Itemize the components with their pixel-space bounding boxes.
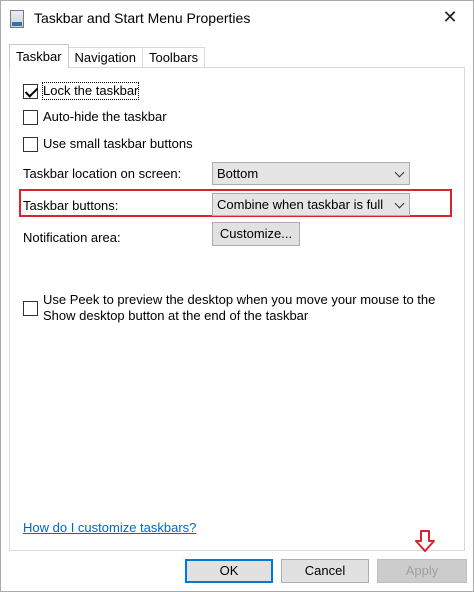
arrow-down-icon xyxy=(415,530,435,552)
taskbar-buttons-dropdown[interactable]: Combine when taskbar is full xyxy=(212,193,410,216)
small-buttons-label: Use small taskbar buttons xyxy=(43,136,193,151)
tab-toolbars[interactable]: Toolbars xyxy=(141,47,206,68)
tab-strip: Taskbar Navigation Toolbars xyxy=(9,44,206,68)
apply-button[interactable]: Apply xyxy=(377,559,467,583)
small-buttons-option[interactable]: Use small taskbar buttons xyxy=(23,136,193,152)
peek-label: Use Peek to preview the desktop when you… xyxy=(43,292,436,323)
notification-label: Notification area: xyxy=(23,230,121,245)
tab-taskbar[interactable]: Taskbar xyxy=(9,44,69,68)
cancel-button[interactable]: Cancel xyxy=(281,559,369,583)
chevron-down-icon xyxy=(394,198,405,209)
location-label: Taskbar location on screen: xyxy=(23,166,182,181)
autohide-checkbox[interactable] xyxy=(23,109,38,125)
window-title: Taskbar and Start Menu Properties xyxy=(34,10,251,26)
help-link[interactable]: How do I customize taskbars? xyxy=(23,520,196,535)
small-buttons-checkbox[interactable] xyxy=(23,136,38,152)
tab-navigation[interactable]: Navigation xyxy=(67,47,143,68)
taskbar-buttons-label: Taskbar buttons: xyxy=(23,198,119,213)
peek-checkbox[interactable] xyxy=(23,301,38,316)
autohide-option[interactable]: Auto-hide the taskbar xyxy=(23,109,167,125)
location-value: Bottom xyxy=(217,166,259,181)
properties-dialog: Taskbar and Start Menu Properties ✕ Task… xyxy=(0,0,474,592)
close-icon: ✕ xyxy=(442,6,458,27)
ok-button[interactable]: OK xyxy=(185,559,273,583)
peek-option[interactable]: Use Peek to preview the desktop when you… xyxy=(23,292,463,324)
title-bar: Taskbar and Start Menu Properties ✕ xyxy=(1,1,473,37)
close-button[interactable]: ✕ xyxy=(427,1,473,33)
lock-taskbar-label: Lock the taskbar xyxy=(41,82,140,100)
lock-taskbar-option[interactable]: Lock the taskbar xyxy=(23,82,140,100)
taskbar-buttons-value: Combine when taskbar is full xyxy=(217,197,384,212)
autohide-label: Auto-hide the taskbar xyxy=(43,109,167,124)
location-dropdown[interactable]: Bottom xyxy=(212,162,410,185)
taskbar-app-icon xyxy=(10,10,24,28)
customize-button[interactable]: Customize... xyxy=(212,222,300,246)
chevron-down-icon xyxy=(394,167,405,178)
lock-taskbar-checkbox[interactable] xyxy=(23,83,38,99)
